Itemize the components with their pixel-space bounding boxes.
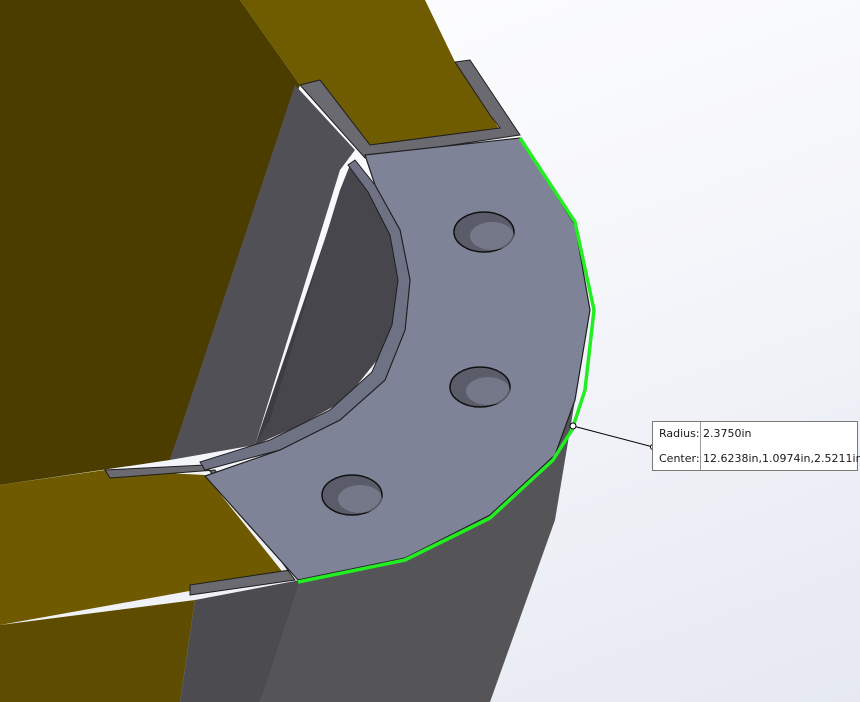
measure-leader-anchor[interactable]	[569, 422, 577, 430]
measure-tooltip[interactable]: Radius: 2.3750in Center: 12.6238in,1.097…	[652, 421, 860, 471]
bolt-hole-middle-inner	[466, 377, 510, 405]
bolt-hole-top-inner	[470, 222, 514, 250]
tooltip-center-row: Center: 12.6238in,1.0974in,2.5211in	[653, 447, 860, 471]
measure-leader-line	[572, 425, 654, 448]
cad-model-3d-view[interactable]	[0, 0, 860, 702]
radius-value: 2.3750in	[703, 427, 752, 440]
center-value: 12.6238in,1.0974in,2.5211in	[703, 452, 860, 465]
bolt-hole-bottom-inner	[338, 485, 382, 513]
radius-label: Radius:	[659, 427, 700, 440]
tooltip-radius-row: Radius: 2.3750in	[653, 422, 857, 446]
cad-graphics-viewport[interactable]: Radius: 2.3750in Center: 12.6238in,1.097…	[0, 0, 860, 702]
center-label: Center:	[659, 452, 700, 465]
